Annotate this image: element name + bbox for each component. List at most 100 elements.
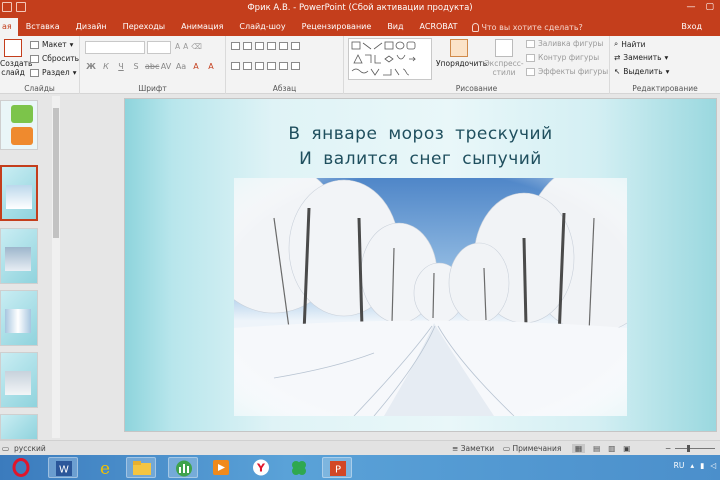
slideshow-icon[interactable]: ▣ bbox=[623, 444, 630, 453]
internet-explorer-icon[interactable]: e bbox=[90, 457, 120, 479]
bullets-icon[interactable] bbox=[231, 42, 240, 50]
zoom-thumb[interactable] bbox=[687, 445, 691, 452]
winter-image-icon bbox=[5, 371, 31, 395]
strikethrough-button[interactable]: abc bbox=[145, 62, 159, 71]
scrollbar-thumb[interactable] bbox=[53, 108, 59, 238]
comments-button[interactable]: ▭ Примечания bbox=[503, 444, 561, 453]
slide-thumbnail-4[interactable] bbox=[0, 290, 38, 346]
normal-view-icon[interactable]: ▦ bbox=[572, 444, 586, 453]
align-right-icon[interactable] bbox=[255, 62, 264, 70]
align-row bbox=[231, 62, 300, 70]
font-size-box[interactable] bbox=[147, 41, 171, 54]
reset-button[interactable]: Сбросить bbox=[30, 54, 79, 63]
columns-icon[interactable] bbox=[279, 62, 288, 70]
line-spacing-icon[interactable] bbox=[279, 42, 288, 50]
input-language-indicator[interactable]: RU bbox=[674, 461, 685, 470]
tab-animations[interactable]: Анимация bbox=[173, 18, 231, 36]
grow-font-icon[interactable]: A bbox=[175, 42, 180, 51]
slide-thumbnail-6[interactable] bbox=[0, 414, 38, 440]
slide-canvas[interactable]: В январе мороз трескучий И валится снег … bbox=[124, 98, 717, 432]
tab-home[interactable]: ая bbox=[0, 18, 18, 36]
tab-view[interactable]: Вид bbox=[379, 18, 411, 36]
bold-button[interactable]: Ж bbox=[85, 62, 97, 71]
clear-format-icon[interactable]: ⌫ bbox=[191, 42, 202, 51]
spacing-button[interactable]: AV bbox=[160, 62, 172, 71]
font-name-box[interactable] bbox=[85, 41, 145, 54]
chart-app-icon[interactable] bbox=[168, 457, 198, 478]
notes-button[interactable]: ≡ Заметки bbox=[452, 444, 494, 453]
tab-transitions[interactable]: Переходы bbox=[115, 18, 173, 36]
ribbon-tabs: ая Вставка Дизайн Переходы Анимация Слай… bbox=[0, 18, 720, 36]
tab-acrobat[interactable]: ACROBAT bbox=[412, 18, 466, 36]
zoom-out-icon[interactable]: − bbox=[665, 444, 671, 453]
login-link[interactable]: Вход bbox=[681, 18, 702, 36]
decrease-indent-icon[interactable] bbox=[255, 42, 264, 50]
reading-view-icon[interactable]: ▥ bbox=[608, 444, 615, 453]
new-slide-button[interactable]: Создать слайд bbox=[0, 39, 32, 77]
up-arrow-icon[interactable]: ▴ bbox=[690, 461, 694, 470]
align-text-icon[interactable] bbox=[291, 62, 300, 70]
clover-app-icon[interactable] bbox=[284, 457, 314, 478]
network-icon[interactable]: ▮ bbox=[700, 461, 704, 470]
align-left-icon[interactable] bbox=[231, 62, 240, 70]
powerpoint-icon[interactable]: P bbox=[322, 457, 352, 478]
change-case-button[interactable]: Aa bbox=[175, 62, 187, 71]
slide-thumbnail-2[interactable] bbox=[0, 165, 38, 221]
slide-title-line-2[interactable]: И валится снег сыпучий bbox=[125, 149, 716, 169]
language-indicator[interactable]: русский bbox=[14, 444, 46, 453]
arrange-button[interactable]: Упорядочить bbox=[436, 39, 487, 68]
paragraph-group: Абзац bbox=[226, 36, 344, 94]
shrink-font-icon[interactable]: A bbox=[183, 42, 188, 51]
word-icon[interactable]: W bbox=[48, 457, 78, 478]
maximize-icon[interactable]: ▢ bbox=[705, 2, 714, 12]
increase-indent-icon[interactable] bbox=[267, 42, 276, 50]
section-button[interactable]: Раздел ▾ bbox=[30, 68, 76, 77]
underline-button[interactable]: Ч bbox=[115, 62, 127, 71]
replace-button[interactable]: ⇄ Заменить ▾ bbox=[614, 53, 668, 62]
align-center-icon[interactable] bbox=[243, 62, 252, 70]
highlight-button[interactable]: A bbox=[190, 62, 202, 71]
find-button[interactable]: ⌕ Найти bbox=[614, 39, 646, 49]
zoom-slider[interactable]: − bbox=[665, 444, 716, 453]
shape-effects-label: Эффекты фигуры bbox=[538, 67, 609, 76]
layout-button[interactable]: Макет ▾ bbox=[30, 40, 73, 49]
chevron-down-icon: ▾ bbox=[72, 68, 77, 77]
text-direction-icon[interactable] bbox=[291, 42, 300, 50]
speaker-icon[interactable]: ◁ bbox=[710, 461, 716, 470]
effects-icon bbox=[526, 67, 535, 76]
font-color-button[interactable]: A bbox=[205, 62, 217, 71]
quick-styles-button[interactable]: Экспресс- стили bbox=[484, 39, 524, 77]
shape-effects-button[interactable]: Эффекты фигуры bbox=[526, 67, 608, 76]
spellcheck-icon[interactable]: ▭ bbox=[2, 444, 9, 453]
slides-group: Создать слайд Макет ▾ Сбросить Раздел ▾ Сл… bbox=[0, 36, 80, 94]
select-button[interactable]: ↖ Выделить ▾ bbox=[614, 67, 669, 76]
slide-sorter-icon[interactable]: ▤ bbox=[593, 444, 600, 453]
shape-outline-button[interactable]: Контур фигуры bbox=[526, 53, 599, 62]
shadow-button[interactable]: S bbox=[130, 62, 142, 71]
tab-slideshow[interactable]: Слайд-шоу bbox=[231, 18, 293, 36]
media-player-icon[interactable] bbox=[206, 457, 236, 478]
chevron-down-icon: ▾ bbox=[69, 40, 74, 49]
opera-icon[interactable] bbox=[6, 457, 36, 478]
slide-thumbnail-5[interactable] bbox=[0, 352, 38, 408]
select-label: Выделить bbox=[623, 67, 663, 76]
paint-bucket-icon bbox=[526, 39, 535, 48]
file-explorer-icon[interactable] bbox=[126, 457, 156, 478]
tell-me-box[interactable]: Что вы хотите сделать? bbox=[471, 22, 583, 32]
winter-forest-photo[interactable] bbox=[234, 178, 627, 416]
shape-fill-button[interactable]: Заливка фигуры bbox=[526, 39, 603, 48]
slide-thumbnail-3[interactable] bbox=[0, 228, 38, 284]
thumbnails-scrollbar[interactable] bbox=[52, 96, 60, 438]
tab-review[interactable]: Рецензирование bbox=[294, 18, 380, 36]
slide-thumbnail-1[interactable] bbox=[0, 100, 38, 150]
yandex-browser-icon[interactable]: Y bbox=[246, 457, 276, 478]
slide-title-line-1[interactable]: В январе мороз трескучий bbox=[125, 124, 716, 144]
tab-insert[interactable]: Вставка bbox=[18, 18, 68, 36]
justify-icon[interactable] bbox=[267, 62, 276, 70]
tab-design[interactable]: Дизайн bbox=[68, 18, 115, 36]
numbering-icon[interactable] bbox=[243, 42, 252, 50]
shapes-gallery[interactable] bbox=[348, 38, 432, 80]
italic-button[interactable]: К bbox=[100, 62, 112, 71]
minimize-icon[interactable]: — bbox=[686, 2, 695, 12]
zoom-track[interactable] bbox=[675, 445, 716, 452]
